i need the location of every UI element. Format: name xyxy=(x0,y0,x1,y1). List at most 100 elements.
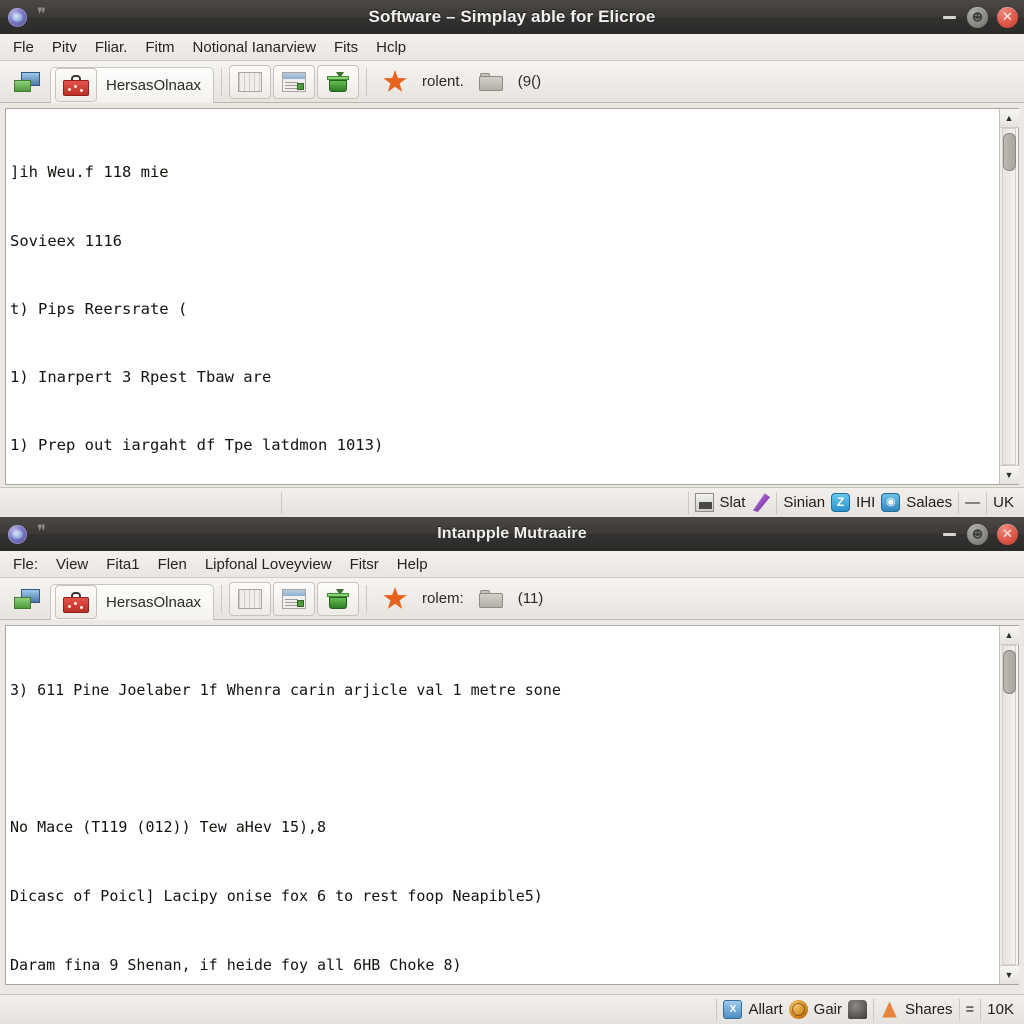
statusbar-item-sinian[interactable]: Sinian Z IHI ◉ Salaes xyxy=(776,491,958,514)
statusbar-item-dash[interactable]: — xyxy=(958,491,986,514)
basket-button[interactable] xyxy=(317,581,360,616)
window-title: Software – Simplay able for Elicroe xyxy=(368,7,656,26)
toolbar: HersasOlnaax rolem: (11) xyxy=(0,578,1024,620)
statusbar: Slat Sinian Z IHI ◉ Salaes — UK xyxy=(0,487,1024,517)
feather-icon xyxy=(752,493,771,512)
folder-label: (11) xyxy=(517,590,544,607)
text-line: Daram fina 9 Shenan, if heide foy all 6H… xyxy=(10,955,462,974)
star-label: rolem: xyxy=(422,590,464,607)
menu-item-file[interactable]: Fle: xyxy=(4,554,47,575)
minimize-button[interactable] xyxy=(940,7,958,28)
maximize-button[interactable]: ☻ xyxy=(967,6,988,28)
menubar: Fle Pitv Fliar. Fitm Notional Ianarview … xyxy=(0,34,1024,61)
scroll-down-icon[interactable]: ▼ xyxy=(999,965,1019,984)
statusbar-label: = xyxy=(965,1001,975,1018)
menu-item-file[interactable]: Fle xyxy=(4,37,43,58)
menu-item-fliar[interactable]: Fliar. xyxy=(86,37,137,58)
minimize-button[interactable] xyxy=(940,524,958,545)
intanpple-window: ❞ Intanpple Mutraaire ☻ ✕ Fle: View Fita… xyxy=(0,517,1024,1024)
statusbar-label: Slat xyxy=(719,494,746,511)
windows-button[interactable] xyxy=(6,65,48,99)
menu-item-view[interactable]: View xyxy=(47,554,97,575)
grid-button[interactable] xyxy=(229,64,272,99)
statusbar-label: 10K xyxy=(987,1001,1014,1018)
blue-badge-icon: ◉ xyxy=(881,493,901,512)
menu-item-optional-overview[interactable]: Lipfonal Loveyview xyxy=(196,554,341,575)
scrollbar-thumb[interactable] xyxy=(1003,133,1016,171)
chess-icon xyxy=(848,1000,867,1019)
windows-button[interactable] xyxy=(6,582,48,616)
statusbar-item-10k[interactable]: 10K xyxy=(980,998,1020,1021)
report-button[interactable] xyxy=(273,64,316,99)
menu-item-fita[interactable]: Fita1 xyxy=(97,554,148,575)
statusbar-item-uk[interactable]: UK xyxy=(986,491,1020,514)
statusbar-item-slat[interactable]: Slat xyxy=(687,491,777,514)
statusbar-item-shares[interactable]: Shares xyxy=(873,998,959,1021)
text-content[interactable]: 3) 611 Pine Joelaber 1f Whenra carin arj… xyxy=(6,626,999,984)
toolbox-icon xyxy=(63,74,89,96)
toolbar-tab-hersasolnaax[interactable]: HersasOlnaax xyxy=(50,583,215,620)
grid-button[interactable] xyxy=(229,581,272,616)
document-pane: 3) 611 Pine Joelaber 1f Whenra carin arj… xyxy=(5,625,1019,985)
window-controls: ☻ ✕ xyxy=(940,523,1018,545)
basket-icon xyxy=(327,588,350,609)
folder-button[interactable] xyxy=(470,582,512,616)
menu-item-fits[interactable]: Fitsr xyxy=(341,554,388,575)
document-pane: ]ih Weu.f 118 mie Sovieex 1116 t) Pips R… xyxy=(5,108,1019,485)
toolbar-tab-label: HersasOlnaax xyxy=(106,593,202,611)
folder-button[interactable] xyxy=(470,65,512,99)
maximize-button[interactable]: ☻ xyxy=(967,523,988,545)
menu-item-fitm[interactable]: Fitm xyxy=(136,37,183,58)
titlebar[interactable]: ❞ Software – Simplay able for Elicroe ☻ … xyxy=(0,0,1024,34)
scroll-down-icon[interactable]: ▼ xyxy=(999,465,1019,484)
basket-button[interactable] xyxy=(317,64,360,99)
toolbox-icon xyxy=(63,591,89,613)
text-line: No Mace (T119 (012)) Tew aHev 15),8 xyxy=(10,818,327,837)
menu-item-help[interactable]: Help xyxy=(388,554,437,575)
menu-item-notional-overview[interactable]: Notional Ianarview xyxy=(184,37,325,58)
text-line: 3) 611 Pine Joelaber 1f Whenra carin arj… xyxy=(10,680,561,699)
app-globe-icon xyxy=(8,524,27,544)
vertical-scrollbar[interactable]: ▲ ▼ xyxy=(999,109,1019,484)
statusbar-label: — xyxy=(965,494,981,511)
grid-icon xyxy=(238,71,263,92)
folder-icon xyxy=(478,589,503,608)
toolbox-icon-button[interactable] xyxy=(55,68,97,102)
star-icon xyxy=(383,587,407,609)
report-button[interactable] xyxy=(273,581,316,616)
globe-icon xyxy=(788,1000,808,1019)
statusbar-item-allart[interactable]: X Allart Gair xyxy=(716,998,873,1021)
text-line: 1) Inarpert 3 Rpest Tbaw are xyxy=(10,367,272,386)
menu-item-help[interactable]: Hclp xyxy=(367,37,415,58)
text-line: 1) Prep out iargaht df Tpe latdmon 1013) xyxy=(10,435,384,454)
statusbar-label: Salaes xyxy=(906,494,953,511)
toolbar-separator-2 xyxy=(366,584,368,613)
menu-item-flen[interactable]: Flen xyxy=(149,554,196,575)
text-line: Dicasc of Poicl] Lacipy onise fox 6 to r… xyxy=(10,886,543,905)
star-button[interactable] xyxy=(374,65,416,99)
statusbar: X Allart Gair Shares = 10K xyxy=(0,994,1024,1024)
close-button[interactable]: ✕ xyxy=(997,523,1018,545)
titlebar-icons: ❞ xyxy=(8,7,53,27)
toolbox-icon-button[interactable] xyxy=(55,585,97,619)
vertical-scrollbar[interactable]: ▲ ▼ xyxy=(999,626,1019,984)
report-icon xyxy=(282,588,307,609)
titlebar[interactable]: ❞ Intanpple Mutraaire ☻ ✕ xyxy=(0,517,1024,551)
text-content[interactable]: ]ih Weu.f 118 mie Sovieex 1116 t) Pips R… xyxy=(6,109,999,484)
toolbar-separator xyxy=(221,67,223,96)
menu-item-fits[interactable]: Fits xyxy=(325,37,367,58)
toolbar-tab-hersasolnaax[interactable]: HersasOlnaax xyxy=(50,66,215,103)
star-button[interactable] xyxy=(374,582,416,616)
xls-icon: X xyxy=(723,1000,743,1019)
scroll-up-icon[interactable]: ▲ xyxy=(999,109,1019,128)
toolbar-separator xyxy=(221,584,223,613)
scrollbar-thumb[interactable] xyxy=(1003,650,1016,694)
printer-icon xyxy=(694,493,714,512)
menu-item-pitv[interactable]: Pitv xyxy=(43,37,86,58)
basket-icon xyxy=(327,71,350,92)
folder-label: (9() xyxy=(517,73,542,90)
scrollbar-track[interactable] xyxy=(1002,128,1016,465)
statusbar-item-equals[interactable]: = xyxy=(958,998,981,1021)
scroll-up-icon[interactable]: ▲ xyxy=(999,626,1019,645)
close-button[interactable]: ✕ xyxy=(997,6,1018,28)
